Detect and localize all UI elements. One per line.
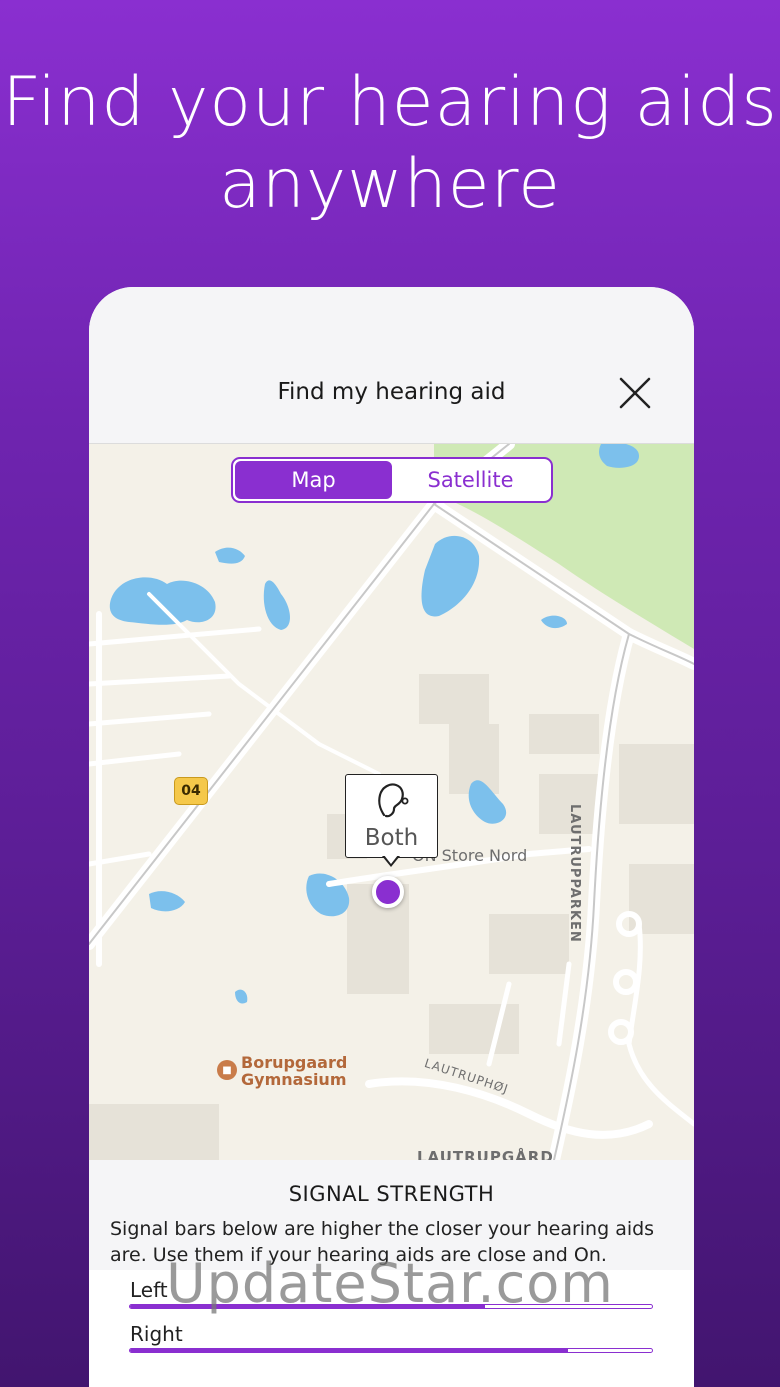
callout-label: Both <box>364 825 419 851</box>
close-button[interactable] <box>617 375 653 411</box>
satellite-tab[interactable]: Satellite <box>392 461 549 499</box>
callout-tail-inner <box>384 855 398 864</box>
hearing-aid-location-dot[interactable] <box>372 876 404 908</box>
right-bar-label: Right <box>130 1322 183 1346</box>
phone-screen: Find my hearing aid Map Satellite 04 ON … <box>89 287 694 1387</box>
school-icon: ■ <box>217 1060 237 1080</box>
map-type-toggle[interactable]: Map Satellite <box>231 457 553 503</box>
poi-label[interactable]: Borupgaard Gymnasium <box>241 1054 347 1088</box>
device-callout[interactable]: Both <box>345 774 438 858</box>
watermark: UpdateStar.com <box>166 1252 614 1315</box>
map-view[interactable]: Map Satellite 04 ON Store Nord LAUTRUPPA… <box>89 444 694 1160</box>
close-icon <box>619 377 651 409</box>
headline: Find your hearing aids anywhere <box>2 63 778 224</box>
screen-title: Find my hearing aid <box>277 379 506 405</box>
ear-icon <box>378 783 409 818</box>
map-tab[interactable]: Map <box>235 461 392 499</box>
nav-bar: Find my hearing aid <box>89 287 694 444</box>
right-signal-fill <box>130 1349 569 1352</box>
poi-name-line2: Gymnasium <box>241 1070 347 1089</box>
street-label-lautrupparken: LAUTRUPPARKEN <box>567 804 582 943</box>
road-number-badge: 04 <box>174 777 208 805</box>
area-label: LAUTRUPGÅRD <box>417 1148 554 1160</box>
signal-title: SIGNAL STRENGTH <box>288 1182 495 1206</box>
poi-name-line1: Borupgaard <box>241 1053 348 1072</box>
right-signal-bar <box>129 1348 653 1353</box>
